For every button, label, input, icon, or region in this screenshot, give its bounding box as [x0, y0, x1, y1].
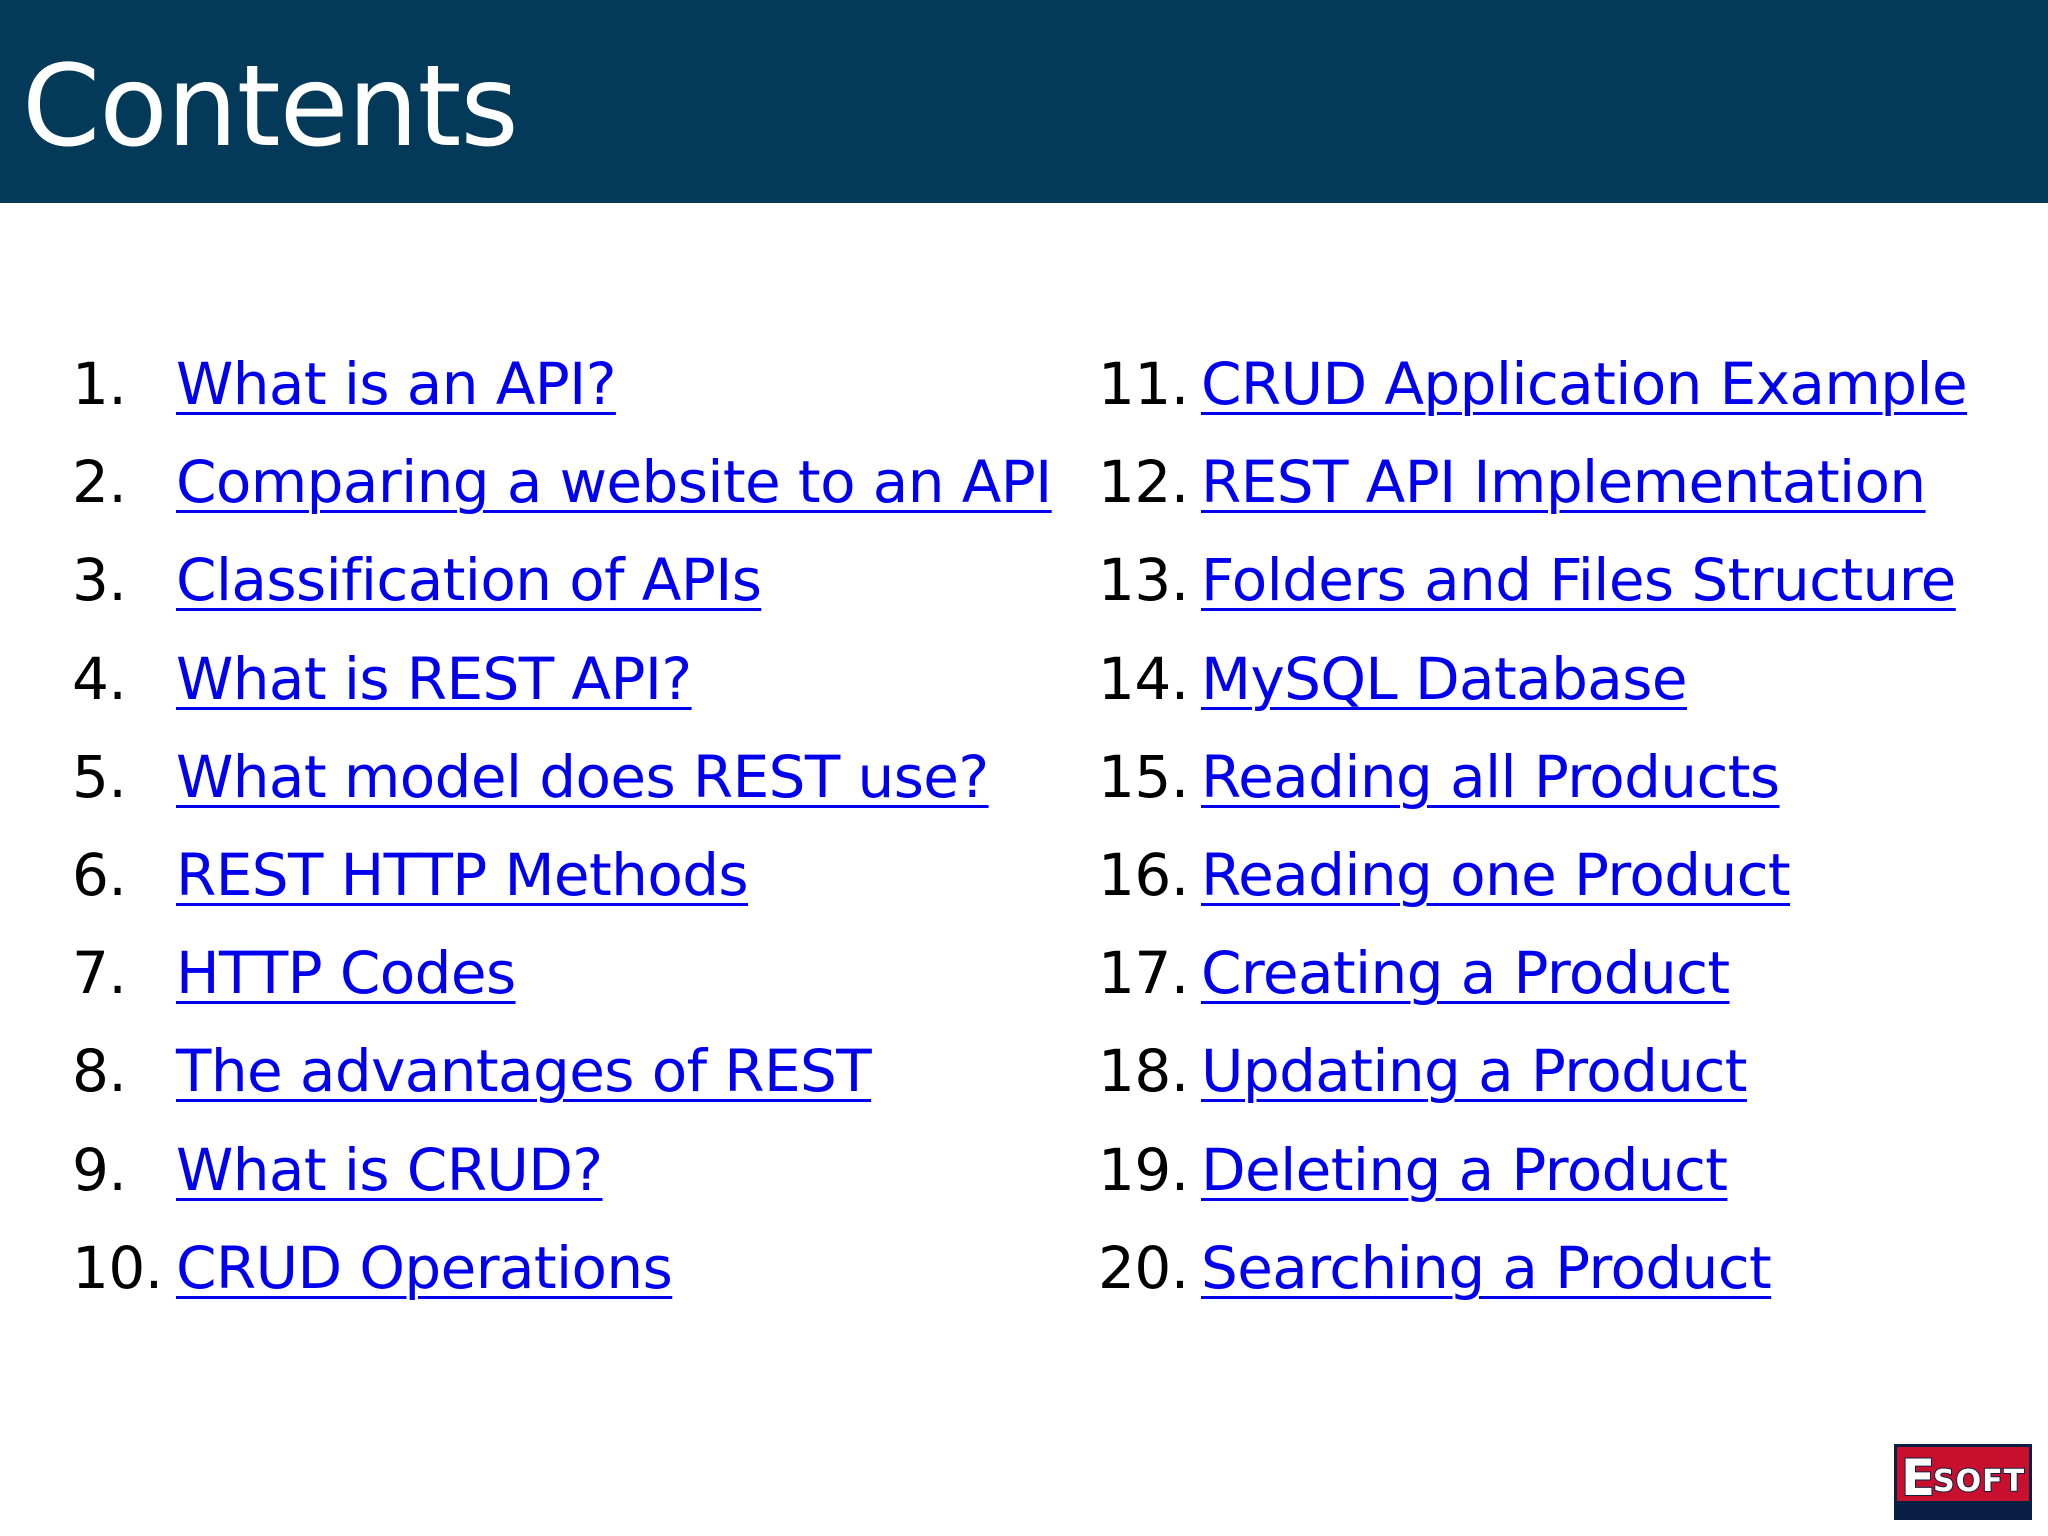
toc-item: 10. CRUD Operations: [72, 1228, 1052, 1326]
toc-list-left: 1. What is an API? 2. Comparing a website …: [72, 344, 1052, 1326]
toc-number: 7.: [72, 939, 127, 1008]
toc-link[interactable]: Reading one Product: [1201, 835, 1791, 915]
toc-number: 9.: [72, 1135, 127, 1204]
toc-number: 10.: [72, 1233, 163, 1302]
toc-item: 17. Creating a Product: [1098, 933, 1967, 1031]
toc-number: 20.: [1098, 1233, 1189, 1302]
toc-link[interactable]: Classification of APIs: [176, 540, 762, 620]
toc-number: 16.: [1098, 840, 1189, 909]
toc-link[interactable]: Updating a Product: [1201, 1031, 1748, 1111]
toc-item: 1. What is an API?: [72, 344, 1052, 442]
toc-number: 17.: [1098, 939, 1189, 1008]
toc-link[interactable]: Reading all Products: [1201, 737, 1780, 817]
toc-number: 3.: [72, 546, 127, 615]
toc-number: 6.: [72, 840, 127, 909]
toc-item: 12. REST API Implementation: [1098, 442, 1967, 540]
toc-item: 18. Updating a Product: [1098, 1031, 1967, 1129]
toc-item: 3. Classification of APIs: [72, 540, 1052, 638]
toc-number: 19.: [1098, 1135, 1189, 1204]
toc-item: 4. What is REST API?: [72, 639, 1052, 737]
svg-text:E: E: [1901, 1449, 1935, 1507]
toc-item: 15. Reading all Products: [1098, 737, 1967, 835]
toc-number: 15.: [1098, 742, 1189, 811]
toc-item: 7. HTTP Codes: [72, 933, 1052, 1031]
toc-item: 14. MySQL Database: [1098, 639, 1967, 737]
toc-link[interactable]: CRUD Operations: [176, 1228, 673, 1308]
svg-text:SOFT: SOFT: [1933, 1464, 2025, 1499]
toc-link[interactable]: What is REST API?: [176, 639, 692, 719]
toc-link[interactable]: What is CRUD?: [176, 1130, 603, 1210]
toc-item: 19. Deleting a Product: [1098, 1130, 1967, 1228]
toc-list-right: 11. CRUD Application Example 12. REST API …: [1098, 344, 1968, 1326]
toc-number: 5.: [72, 742, 127, 811]
toc-number: 11.: [1098, 350, 1189, 418]
toc-item: 13. Folders and Files Structure: [1098, 540, 1967, 638]
slide: Contents 1. What is an API? 2. Comparing a…: [0, 0, 2048, 1536]
toc-number: 18.: [1098, 1037, 1189, 1106]
toc-link[interactable]: HTTP Codes: [176, 933, 516, 1013]
toc-link[interactable]: REST API Implementation: [1201, 442, 1926, 522]
toc-link[interactable]: REST HTTP Methods: [176, 835, 749, 915]
toc-link[interactable]: Folders and Files Structure: [1201, 540, 1956, 620]
toc-number: 8.: [72, 1037, 127, 1106]
slide-title: Contents: [22, 42, 519, 172]
title-bar: Contents: [0, 0, 2048, 203]
toc-number: 1.: [72, 350, 127, 418]
toc-number: 12.: [1098, 448, 1189, 517]
toc-item: 20. Searching a Product: [1098, 1228, 1967, 1326]
toc-item: 6. REST HTTP Methods: [72, 835, 1052, 933]
esoft-logo: E SOFT: [1894, 1444, 2032, 1520]
toc-link[interactable]: Searching a Product: [1201, 1228, 1772, 1308]
toc-link[interactable]: The advantages of REST: [176, 1031, 872, 1111]
toc-number: 2.: [72, 448, 127, 517]
toc-link[interactable]: MySQL Database: [1201, 639, 1688, 719]
toc-item: 9. What is CRUD?: [72, 1130, 1052, 1228]
toc-item: 8. The advantages of REST: [72, 1031, 1052, 1129]
toc-number: 14.: [1098, 644, 1189, 713]
toc-link[interactable]: Comparing a website to an API: [176, 442, 1052, 522]
toc-link[interactable]: CRUD Application Example: [1201, 344, 1968, 424]
toc-number: 13.: [1098, 546, 1189, 615]
toc-link[interactable]: Creating a Product: [1201, 933, 1730, 1013]
toc-link[interactable]: What is an API?: [176, 344, 616, 424]
toc-item: 11. CRUD Application Example: [1098, 344, 1968, 442]
esoft-logo-mark: E SOFT: [1897, 1447, 2029, 1517]
toc-item: 5. What model does REST use?: [72, 737, 1052, 835]
toc-link[interactable]: What model does REST use?: [176, 737, 989, 817]
toc-link[interactable]: Deleting a Product: [1201, 1130, 1728, 1210]
toc-item: 2. Comparing a website to an API: [72, 442, 1052, 540]
toc-item: 16. Reading one Product: [1098, 835, 1967, 933]
toc-number: 4.: [72, 644, 127, 713]
